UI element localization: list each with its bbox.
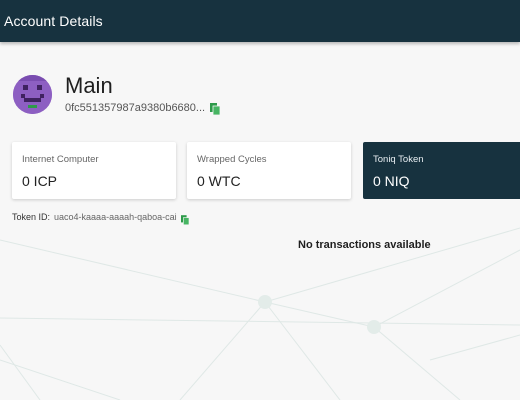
- balance-card-value: 0 WTC: [197, 173, 241, 189]
- account-address-row: 0fc551357987a9380b6680...: [65, 101, 221, 116]
- balance-card-value: 0 NIQ: [373, 173, 410, 189]
- balance-card-niq[interactable]: Toniq Token 0 NIQ: [363, 142, 520, 199]
- account-name: Main: [65, 73, 113, 98]
- balance-card-label: Wrapped Cycles: [197, 154, 267, 165]
- balance-card-label: Toniq Token: [373, 154, 424, 165]
- copy-icon[interactable]: [210, 102, 221, 116]
- token-id-row: Token ID: uaco4-kaaaa-aaaah-qaboa-cai: [12, 211, 189, 226]
- token-id-label: Token ID:: [12, 212, 51, 222]
- token-id-value: uaco4-kaaaa-aaaah-qaboa-cai: [54, 212, 177, 222]
- background-network-pattern: [0, 227, 520, 400]
- balance-card-value: 0 ICP: [22, 173, 58, 189]
- app-header: Account Details: [0, 0, 520, 42]
- account-address: 0fc551357987a9380b6680...: [65, 102, 206, 114]
- balance-card-label: Internet Computer: [22, 154, 99, 165]
- page-title: Account Details: [4, 13, 103, 29]
- balance-card-icp[interactable]: Internet Computer 0 ICP: [12, 142, 176, 199]
- copy-icon[interactable]: [180, 212, 189, 226]
- empty-transactions-message: No transactions available: [298, 239, 431, 251]
- pixel-face-icon: [13, 75, 52, 114]
- balance-card-wtc[interactable]: Wrapped Cycles 0 WTC: [187, 142, 351, 199]
